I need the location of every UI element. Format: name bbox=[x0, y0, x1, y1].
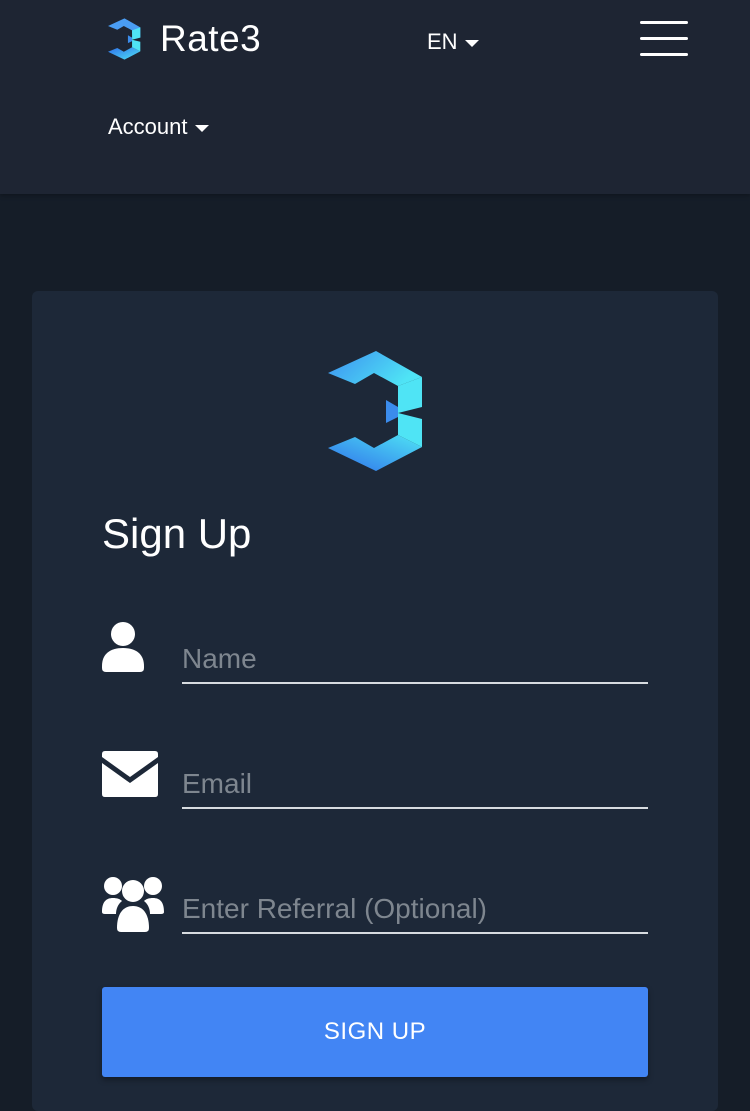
referral-field-row bbox=[102, 866, 648, 946]
caret-down-icon bbox=[464, 39, 479, 47]
brand-name: Rate3 bbox=[160, 18, 262, 59]
hamburger-menu-button[interactable] bbox=[638, 19, 690, 59]
rate3-logo-icon bbox=[108, 18, 141, 60]
hamburger-bar bbox=[640, 21, 688, 24]
brand-link[interactable]: Rate3 bbox=[108, 16, 261, 62]
email-field-row bbox=[102, 741, 648, 821]
hamburger-bar bbox=[640, 37, 688, 40]
signup-title: Sign Up bbox=[102, 510, 252, 557]
account-dropdown[interactable]: Account bbox=[108, 111, 209, 143]
signup-button[interactable]: SIGN UP bbox=[102, 987, 648, 1077]
signup-card: Sign Up SIGN UP bbox=[32, 291, 718, 1111]
account-label: Account bbox=[108, 114, 188, 139]
caret-down-icon bbox=[194, 124, 209, 132]
name-field-row bbox=[102, 616, 648, 696]
email-input[interactable] bbox=[182, 761, 648, 809]
top-header: Rate3 EN Account bbox=[0, 0, 750, 194]
users-group-icon bbox=[102, 877, 164, 932]
name-input[interactable] bbox=[182, 636, 648, 684]
rate3-logo-icon bbox=[328, 351, 422, 471]
hamburger-bar bbox=[640, 53, 688, 56]
envelope-icon bbox=[102, 751, 158, 797]
language-label: EN bbox=[427, 29, 458, 54]
language-selector[interactable]: EN bbox=[427, 26, 479, 58]
referral-input[interactable] bbox=[182, 886, 648, 934]
user-icon bbox=[102, 622, 144, 672]
